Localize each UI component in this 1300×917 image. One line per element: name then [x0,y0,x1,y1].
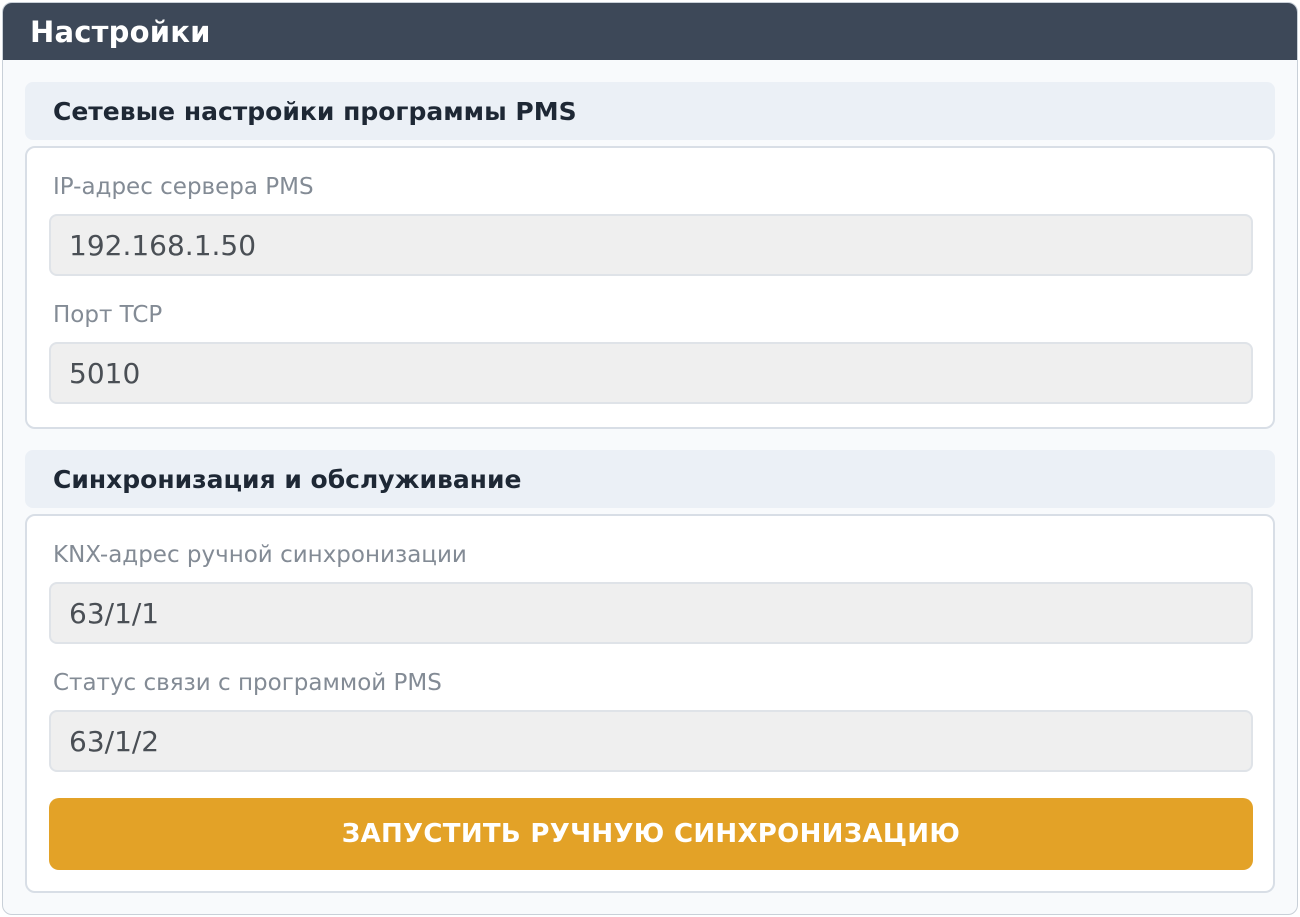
tcp-port-field[interactable]: 5010 [49,342,1253,404]
window-title: Настройки [30,14,211,49]
network-settings-card: IP-адрес сервера PMS 192.168.1.50 Порт T… [25,146,1275,429]
knx-address-label: KNX-адрес ручной синхронизации [53,542,467,568]
titlebar: Настройки [3,3,1297,60]
network-section-header: Сетевые настройки программы PMS [25,82,1275,140]
network-section-title: Сетевые настройки программы PMS [53,96,577,126]
sync-section-header: Синхронизация и обслуживание [25,450,1275,508]
sync-settings-card: KNX-адрес ручной синхронизации 63/1/1 Ст… [25,514,1275,893]
ip-address-label: IP-адрес сервера PMS [53,174,314,200]
manual-sync-button[interactable]: ЗАПУСТИТЬ РУЧНУЮ СИНХРОНИЗАЦИЮ [49,798,1253,870]
settings-window: Настройки Сетевые настройки программы PM… [2,2,1298,915]
pms-status-field[interactable]: 63/1/2 [49,710,1253,772]
pms-status-label: Статус связи с программой PMS [53,670,442,696]
tcp-port-label: Порт TCP [53,302,163,328]
ip-address-field[interactable]: 192.168.1.50 [49,214,1253,276]
knx-address-field[interactable]: 63/1/1 [49,582,1253,644]
sync-section-title: Синхронизация и обслуживание [53,464,522,494]
